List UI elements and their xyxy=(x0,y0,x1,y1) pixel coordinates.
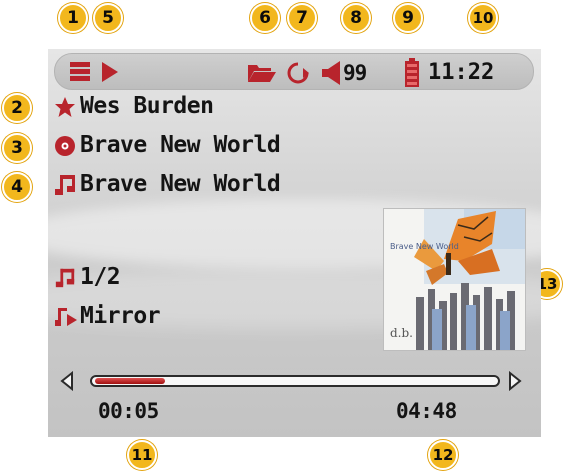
seek-back-icon[interactable] xyxy=(60,370,74,395)
artist-star-icon xyxy=(54,96,76,122)
track-count-note-icon xyxy=(54,267,76,293)
status-bar: 99 11:22 xyxy=(54,53,534,90)
callout-6: 6 xyxy=(250,3,280,33)
total-time: 04:48 xyxy=(396,399,457,423)
next-track-title: Mirror xyxy=(80,303,161,329)
callout-8: 8 xyxy=(341,3,371,33)
playlist-icon[interactable] xyxy=(69,61,91,87)
speaker-icon[interactable] xyxy=(321,60,341,90)
callout-1: 1 xyxy=(58,3,88,33)
album-art: Brave New World d.b. xyxy=(383,208,526,351)
progress-track[interactable] xyxy=(90,375,500,387)
battery-icon xyxy=(404,58,420,92)
callout-4: 4 xyxy=(2,172,32,202)
callout-12: 12 xyxy=(428,440,458,470)
art-caption: Brave New World xyxy=(390,242,459,251)
song-title: Brave New World xyxy=(80,171,281,197)
callout-3: 3 xyxy=(2,133,32,163)
album-name: Brave New World xyxy=(80,132,281,158)
callout-10: 10 xyxy=(468,3,498,33)
album-disc-icon xyxy=(54,135,76,161)
seek-forward-icon[interactable] xyxy=(508,370,522,395)
callout-11: 11 xyxy=(127,440,157,470)
svg-text:d.b.: d.b. xyxy=(390,326,413,340)
player-screen: 99 11:22 Wes Burden Brave New World Brav… xyxy=(48,49,541,437)
clock: 11:22 xyxy=(428,60,495,85)
callout-2: 2 xyxy=(2,93,32,123)
callout-9: 9 xyxy=(393,3,423,33)
play-icon[interactable] xyxy=(101,61,119,87)
progress-fill xyxy=(95,378,165,384)
artist-name: Wes Burden xyxy=(80,93,214,119)
track-counter: 1/2 xyxy=(80,264,121,290)
volume-level: 99 xyxy=(343,61,367,85)
elapsed-time: 00:05 xyxy=(98,399,159,423)
folder-icon[interactable] xyxy=(247,63,277,87)
callout-5: 5 xyxy=(93,3,123,33)
callout-7: 7 xyxy=(287,3,317,33)
song-note-icon xyxy=(54,173,76,201)
next-track-icon xyxy=(54,306,78,332)
repeat-icon[interactable] xyxy=(286,60,310,90)
